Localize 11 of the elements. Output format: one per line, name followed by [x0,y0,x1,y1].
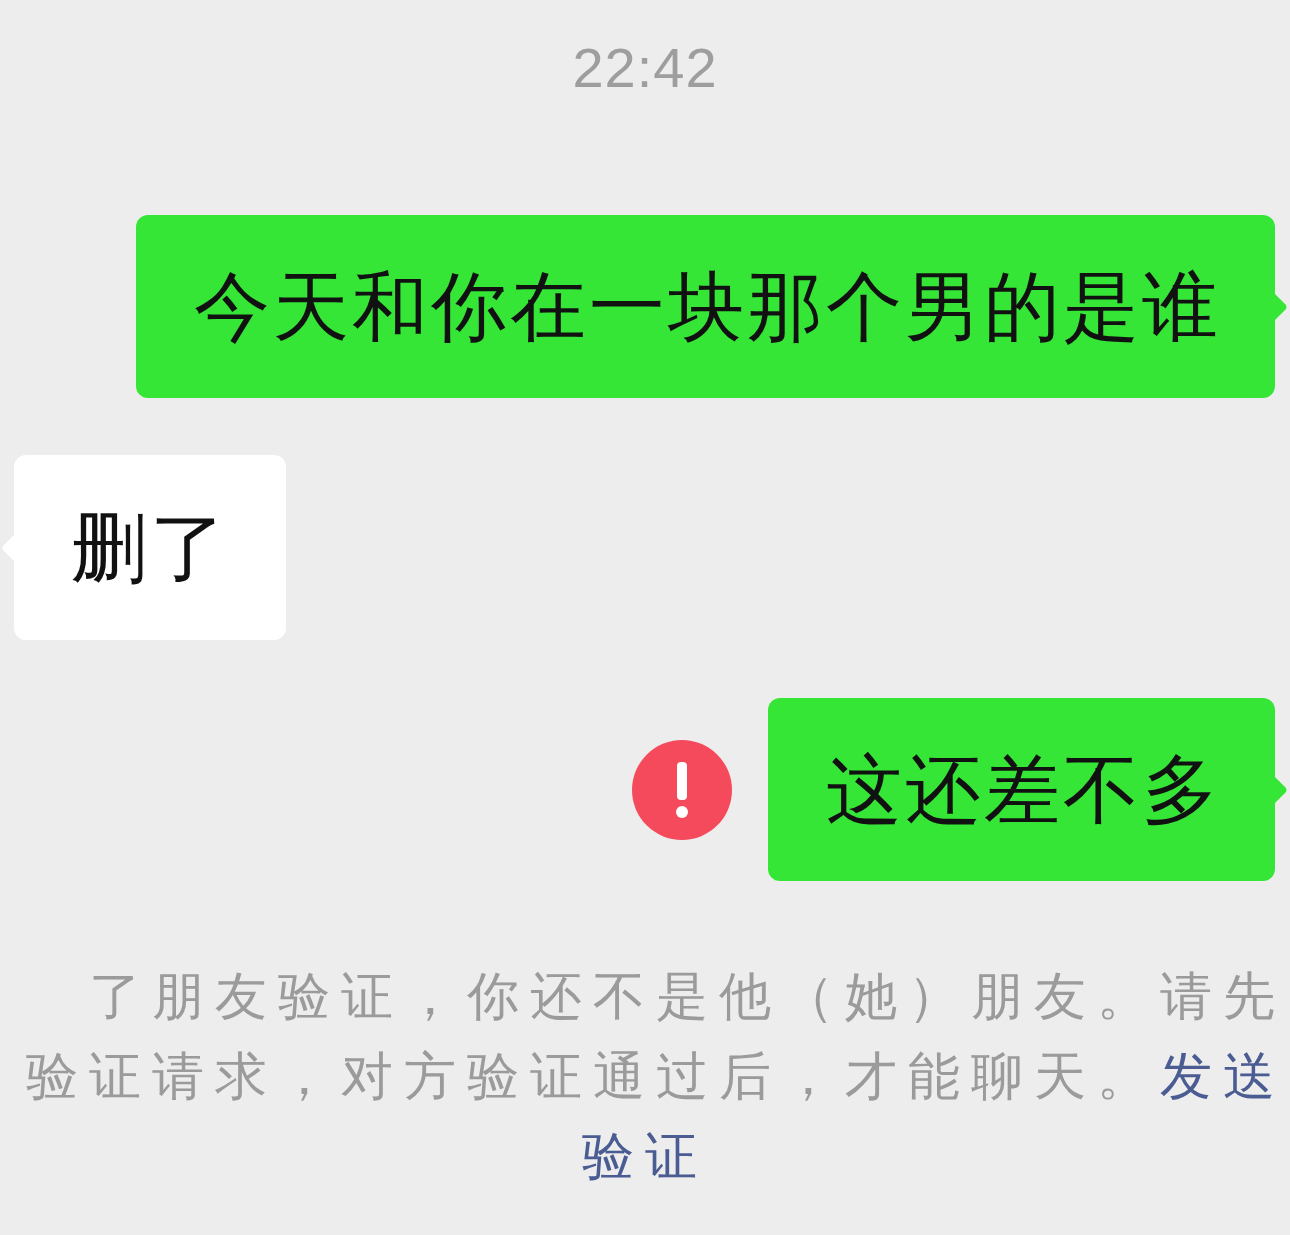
send-verification-link[interactable]: 验证 [582,1116,708,1196]
system-notice-text: 验证请求，对方验证通过后，才能聊天。发送 [26,1045,1286,1108]
message-text: 删了 [71,502,229,593]
message-text: 今天和你在一块那个男的是谁 [194,261,1221,352]
timestamp: 22:42 [572,38,718,98]
bubble-tail-icon [1275,776,1287,803]
send-verification-link[interactable]: 发送 [1160,1046,1286,1106]
message-text: 这还差不多 [826,744,1221,835]
error-icon[interactable] [632,739,732,840]
system-notice-text: 了朋友验证，你还不是他（她）朋友。请先 [89,965,1286,1028]
bubble-tail-icon [1275,293,1287,320]
